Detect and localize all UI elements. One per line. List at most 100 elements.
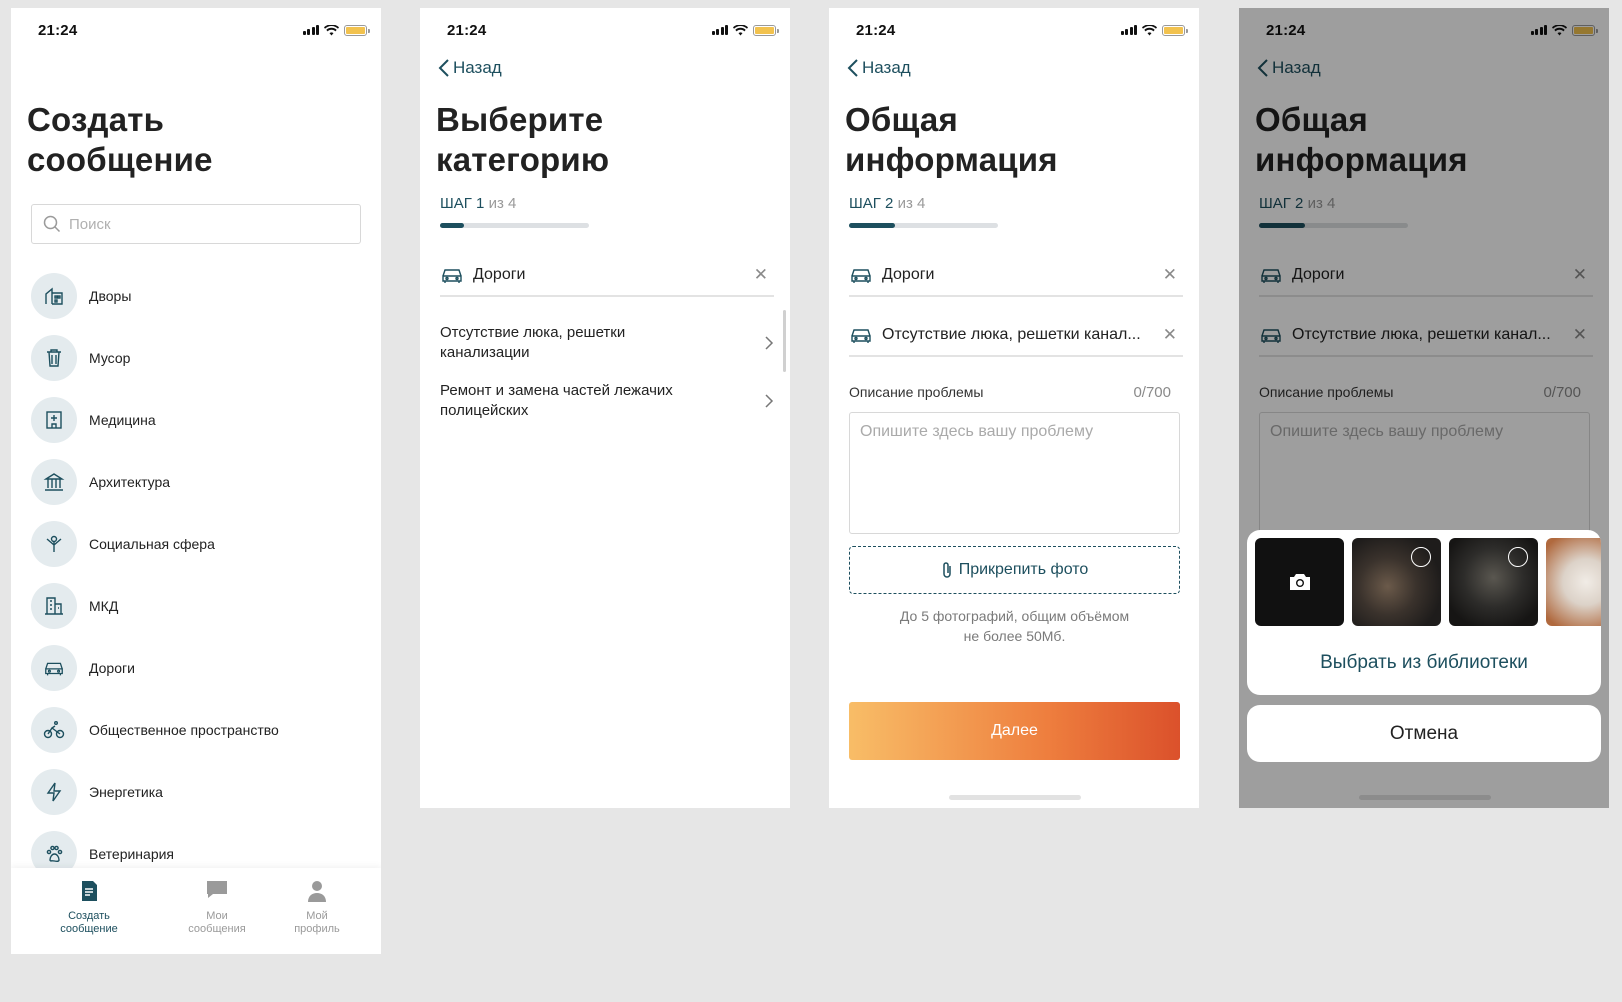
status-bar: 21:24 <box>856 21 1188 39</box>
selected-category-label: Дороги <box>473 266 526 283</box>
battery-icon <box>1162 24 1188 36</box>
selected-subcategory: Отсутствие люка, решетки канал... ✕ <box>849 315 1183 357</box>
list-item-label: Ремонт и замена частей лежачих полицейск… <box>440 382 673 419</box>
car-icon <box>849 264 873 286</box>
status-time: 21:24 <box>856 21 896 39</box>
selected-subcategory-label: Отсутствие люка, решетки канал... <box>882 326 1141 343</box>
category-item-trash[interactable]: Мусор <box>31 327 279 389</box>
clear-icon[interactable]: ✕ <box>748 265 774 285</box>
title-line: сообщение <box>27 141 213 178</box>
step-progress-bar <box>849 223 998 228</box>
back-button[interactable]: Назад <box>438 58 502 78</box>
title-line: Общая <box>845 101 958 138</box>
tab-my-profile[interactable]: Мой профиль <box>267 868 367 954</box>
category-label: Дороги <box>89 660 135 676</box>
category-item-medicine[interactable]: Медицина <box>31 389 279 451</box>
clear-icon[interactable]: ✕ <box>1157 325 1183 345</box>
car-icon <box>440 264 464 286</box>
category-item-architecture[interactable]: Архитектура <box>31 451 279 513</box>
status-time: 21:24 <box>447 21 487 39</box>
category-item-mkd[interactable]: МКД <box>31 575 279 637</box>
photo-thumbnail[interactable] <box>1352 538 1441 626</box>
scrollbar[interactable] <box>783 310 786 372</box>
category-label: Энергетика <box>89 784 163 800</box>
category-item-yards[interactable]: Дворы <box>31 265 279 327</box>
trash-icon <box>31 335 77 381</box>
step-progress-fill <box>849 223 896 228</box>
photo-thumbnail[interactable] <box>1546 538 1601 626</box>
description-label: Описание проблемы <box>849 384 984 400</box>
category-item-roads[interactable]: Дороги <box>31 637 279 699</box>
step-number: ШАГ 1 <box>440 195 485 212</box>
description-header: Описание проблемы 0/700 <box>849 384 1171 401</box>
step-indicator: ШАГ 1 из 4 <box>440 195 516 212</box>
screen-photo-picker: 21:24 Назад Общая информация ШАГ 2 из 4 … <box>1239 8 1609 808</box>
choose-from-library-button[interactable]: Выбрать из библиотеки <box>1247 652 1601 674</box>
document-icon <box>82 881 97 901</box>
title-line: Создать <box>27 101 165 138</box>
back-label: Назад <box>453 58 502 77</box>
chevron-right-icon <box>765 336 774 350</box>
status-bar: 21:24 <box>447 21 779 39</box>
title-line: категорию <box>436 141 610 178</box>
category-label: Архитектура <box>89 474 171 490</box>
attach-photo-button[interactable]: Прикрепить фото <box>849 546 1180 594</box>
screen-general-info: 21:24 Назад Общая информация ШАГ 2 из 4 … <box>829 8 1199 808</box>
select-radio[interactable] <box>1411 547 1431 567</box>
tab-my-messages[interactable]: Мои сообщения <box>167 868 267 954</box>
photo-hint: До 5 фотографий, общим объёмом не более … <box>849 606 1180 646</box>
page-title: Создать сообщение <box>27 100 213 180</box>
paperclip-icon <box>942 562 951 578</box>
title-line: Выберите <box>436 101 604 138</box>
tab-label: сообщения <box>188 923 246 935</box>
cancel-button[interactable]: Отмена <box>1247 705 1601 762</box>
chevron-left-icon <box>847 59 858 77</box>
list-item[interactable]: Ремонт и замена частей лежачих полицейск… <box>440 372 774 430</box>
status-bar: 21:24 <box>38 22 370 39</box>
profile-icon <box>308 881 326 902</box>
camera-icon <box>1289 574 1310 590</box>
step-progress-fill <box>440 223 464 228</box>
tab-bar: Создать сообщение Мои сообщения Мой проф… <box>11 868 381 954</box>
char-counter: 0/700 <box>1133 384 1171 401</box>
car-icon <box>849 324 873 346</box>
step-indicator: ШАГ 2 из 4 <box>849 195 925 212</box>
selected-category: Дороги ✕ <box>440 255 774 297</box>
selected-category: Дороги ✕ <box>849 255 1183 297</box>
tab-label: Создать <box>68 910 110 922</box>
back-label: Назад <box>862 58 911 77</box>
car-icon <box>31 645 77 691</box>
list-item-label: Отсутствие люка, решетки канализации <box>440 324 626 361</box>
clear-icon[interactable]: ✕ <box>1157 265 1183 285</box>
chat-icon <box>207 881 227 898</box>
home-indicator <box>949 795 1081 800</box>
next-button[interactable]: Далее <box>849 702 1180 760</box>
search-input[interactable] <box>69 215 329 233</box>
description-input[interactable] <box>849 412 1180 534</box>
select-radio[interactable] <box>1508 547 1528 567</box>
camera-button[interactable] <box>1255 538 1344 626</box>
category-label: Общественное пространство <box>89 722 279 738</box>
architecture-icon <box>31 459 77 505</box>
list-item[interactable]: Отсутствие люка, решетки канализации <box>440 314 774 372</box>
chevron-left-icon <box>438 59 449 77</box>
category-label: МКД <box>89 598 119 614</box>
wifi-icon <box>733 24 748 35</box>
category-item-public-space[interactable]: Общественное пространство <box>31 699 279 761</box>
search-icon <box>43 215 61 233</box>
tab-label: Мой <box>306 910 328 922</box>
category-label: Медицина <box>89 412 156 428</box>
battery-icon <box>753 24 779 36</box>
tab-create-message[interactable]: Создать сообщение <box>11 868 167 954</box>
building-icon <box>31 583 77 629</box>
screen-create-message: 21:24 Создать сообщение Дворы Мусор Меди… <box>11 8 381 954</box>
wifi-icon <box>1142 24 1157 35</box>
category-item-energy[interactable]: Энергетика <box>31 761 279 823</box>
search-field[interactable] <box>31 204 361 244</box>
back-button[interactable]: Назад <box>847 58 911 78</box>
hospital-icon <box>31 397 77 443</box>
signal-icon <box>711 25 728 35</box>
title-line: информация <box>845 141 1058 178</box>
photo-thumbnail[interactable] <box>1449 538 1538 626</box>
category-item-social[interactable]: Социальная сфера <box>31 513 279 575</box>
